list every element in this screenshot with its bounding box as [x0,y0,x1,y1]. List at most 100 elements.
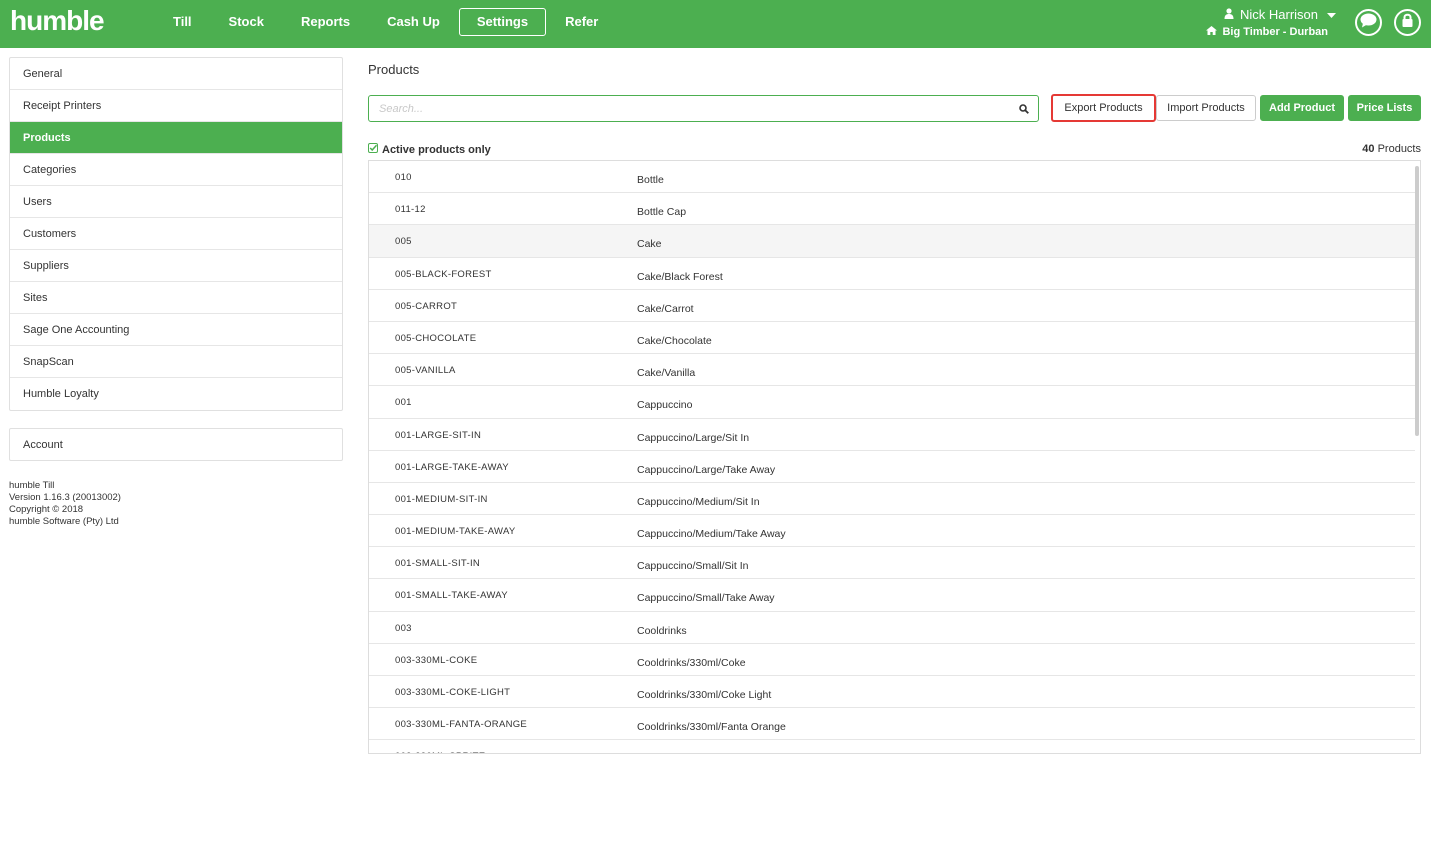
sidebar-item-receipt-printers[interactable]: Receipt Printers [10,90,342,122]
product-name: Cappuccino/Large/Sit In [637,431,750,444]
search-input[interactable] [379,102,1010,115]
product-code: 005-CARROT [395,300,458,312]
product-code: 001-MEDIUM-TAKE-AWAY [395,526,516,538]
product-name: Cake/Vanilla [637,367,696,380]
products-list: 010 Bottle 011-12 Bottle Cap 005 Cake 005-BLAC… [369,161,1415,753]
table-row[interactable]: 001-SMALL-SIT-IN Cappuccino/Small/Sit In [369,547,1415,580]
product-name: Cooldrinks/330ml/Fanta Orange [637,721,786,734]
product-code: 011-12 [395,204,426,216]
table-row[interactable]: 001-MEDIUM-TAKE-AWAY Cappuccino/Medium/Ta… [369,515,1415,548]
sidebar-item-suppliers[interactable]: Suppliers [10,250,342,282]
product-code: 001-MEDIUM-SIT-IN [395,493,488,505]
sidebar-item-users[interactable]: Users [10,186,342,218]
product-code: 001-SMALL-SIT-IN [395,558,481,570]
product-code: 003-330ML-FANTA-ORANGE [395,719,528,731]
table-row[interactable]: 003-330ML-SPRITE Cooldrinks/330ml/Sprite [369,740,1415,753]
chat-button[interactable] [1355,9,1382,36]
sidebar-item-customers[interactable]: Customers [10,218,342,250]
product-name: Bottle Cap [637,206,687,219]
about-app-name: humble Till [9,480,55,491]
user-icon [1224,6,1234,23]
product-name: Cappuccino/Medium/Sit In [637,495,760,508]
table-row[interactable]: 001-LARGE-TAKE-AWAY Cappuccino/Large/Take… [369,451,1415,483]
sidebar-item-snapscan[interactable]: SnapScan [10,346,342,378]
home-icon [1206,23,1218,41]
search-box[interactable] [368,95,1039,122]
table-row[interactable]: 005-BLACK-FOREST Cake/Black Forest [369,258,1415,290]
product-name: Cappuccino/Large/Take Away [637,463,776,476]
product-name: Cappuccino [637,399,693,412]
table-row[interactable]: 010 Bottle [369,161,1415,194]
product-code: 005 [395,236,412,248]
site-name: Big Timber - Durban [1222,26,1328,38]
table-row[interactable]: 005-CHOCOLATE Cake/Chocolate [369,322,1415,355]
nav-reports[interactable]: Reports [283,8,368,36]
table-row[interactable]: 003-330ML-FANTA-ORANGE Cooldrinks/330ml/F… [369,708,1415,741]
page-title: Products [368,62,420,77]
product-code: 001-SMALL-TAKE-AWAY [395,590,508,602]
product-name: Cake/Carrot [637,302,694,315]
user-name-row[interactable]: Nick Harrison [1206,6,1336,23]
product-code: 001-LARGE-TAKE-AWAY [395,461,509,473]
nav-cash-up[interactable]: Cash Up [369,8,458,36]
add-product-button[interactable]: Add Product [1260,95,1344,121]
search-icon[interactable] [1010,103,1038,114]
sidebar-item-account[interactable]: Account [9,428,343,461]
product-name: Cooldrinks/330ml/Coke [637,656,746,669]
table-row[interactable]: 003 Cooldrinks [369,612,1415,644]
product-name: Cake/Chocolate [637,334,712,347]
product-name: Bottle [637,174,664,186]
sidebar-item-humble-loyalty[interactable]: Humble Loyalty [10,378,342,410]
table-row[interactable]: 001 Cappuccino [369,386,1415,419]
product-name: Cooldrinks [637,624,687,637]
main-nav: Till Stock Reports Cash Up Settings Refer [155,8,617,36]
active-filter-toggle[interactable]: Active products only [368,143,491,156]
sidebar-item-sage-one-accounting[interactable]: Sage One Accounting [10,314,342,346]
export-products-button[interactable]: Export Products [1051,94,1156,122]
sidebar-item-categories[interactable]: Categories [10,154,342,186]
checkbox-checked-icon[interactable] [368,143,378,156]
table-row[interactable]: 001-LARGE-SIT-IN Cappuccino/Large/Sit In [369,419,1415,451]
product-name: Cappuccino/Medium/Take Away [637,528,786,541]
settings-sidebar: General Receipt Printers Products Categorie… [9,57,343,411]
nav-till[interactable]: Till [155,8,210,36]
active-filter-label: Active products only [382,143,491,156]
about-company: humble Software (Pty) Ltd [9,516,119,527]
product-count: 40 Products [1362,143,1421,155]
scrollbar[interactable] [1415,166,1419,436]
price-lists-button[interactable]: Price Lists [1348,95,1421,121]
product-count-label: Products [1377,143,1421,155]
product-code: 003-330ML-COKE-LIGHT [395,687,511,698]
chat-icon [1360,13,1377,33]
product-name: Cappuccino/Small/Sit In [637,560,749,573]
table-row[interactable]: 001-MEDIUM-SIT-IN Cappuccino/Medium/Sit I… [369,483,1415,516]
table-row[interactable]: 003-330ML-COKE-LIGHT Cooldrinks/330ml/Cok… [369,676,1415,709]
product-code: 003 [395,622,412,634]
user-menu[interactable]: Nick Harrison Big Timber - Durban [1206,6,1336,41]
import-products-button[interactable]: Import Products [1156,95,1256,121]
sidebar-item-general[interactable]: General [10,58,342,90]
top-bar: humble Till Stock Reports Cash Up Settings Re… [0,0,1431,48]
table-row[interactable]: 003-330ML-COKE Cooldrinks/330ml/Coke [369,644,1415,676]
table-row[interactable]: 001-SMALL-TAKE-AWAY Cappuccino/Small/Take… [369,579,1415,612]
sidebar-item-sites[interactable]: Sites [10,282,342,314]
table-row[interactable]: 011-12 Bottle Cap [369,193,1415,226]
table-row[interactable]: 005-CARROT Cake/Carrot [369,290,1415,322]
about-copyright: Copyright © 2018 [9,504,84,515]
product-code: 003-330ML-COKE [395,654,478,666]
product-name: Cappuccino/Small/Take Away [637,592,775,605]
lock-icon [1402,13,1413,32]
nav-refer[interactable]: Refer [547,8,616,36]
nav-stock[interactable]: Stock [211,8,282,36]
product-code: 003-330ML-SPRITE [395,751,485,753]
table-row[interactable]: 005-VANILLA Cake/Vanilla [369,354,1415,387]
lock-button[interactable] [1394,9,1421,36]
product-name: Cake [637,238,662,251]
table-row[interactable]: 005 Cake [369,225,1415,258]
product-code: 001 [395,397,412,409]
sidebar-item-products[interactable]: Products [10,122,342,154]
product-code: 005-BLACK-FOREST [395,268,492,280]
nav-settings[interactable]: Settings [458,8,547,36]
product-code: 010 [395,172,412,183]
humble-logo[interactable]: humble [10,5,105,37]
